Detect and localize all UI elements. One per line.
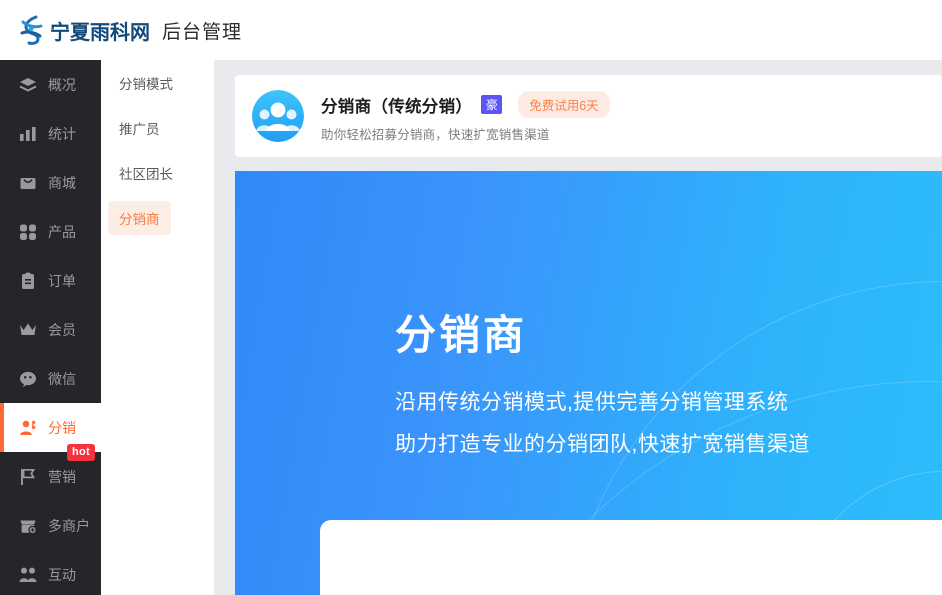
- layers-icon: [18, 75, 38, 95]
- sidebar-item-label: 产品: [48, 223, 76, 240]
- primary-sidebar: 概况 统计 商城 产品 订单 会员 微信 分销 营销 hot 多商户 互动: [0, 60, 101, 595]
- feature-info-texts: 分销商（传统分销） 豪 免费试用6天 助你轻松招募分销商，快速扩宽销售渠道: [321, 89, 610, 143]
- people-icon: [18, 565, 38, 585]
- subnav-item-label: 推广员: [119, 121, 160, 137]
- sidebar-item-overview[interactable]: 概况: [0, 60, 101, 109]
- hero-subline-2: 助力打造专业的分销团队,快速扩宽销售渠道: [395, 433, 810, 456]
- main-content: 分销商（传统分销） 豪 免费试用6天 助你轻松招募分销商，快速扩宽销售渠道 分销…: [215, 60, 942, 595]
- distributor-group-avatar-icon: [252, 90, 304, 142]
- subnav-item-label: 分销模式: [119, 76, 173, 92]
- sidebar-item-mall[interactable]: 商城: [0, 158, 101, 207]
- subnav-item-distribution-mode[interactable]: 分销模式: [101, 60, 214, 105]
- sidebar-item-statistics[interactable]: 统计: [0, 109, 101, 158]
- free-trial-badge: 免费试用6天: [518, 91, 610, 118]
- subnav-item-community-leader[interactable]: 社区团长: [101, 150, 214, 195]
- brand-logo[interactable]: 宁夏雨科网: [14, 13, 150, 47]
- grid-clover-icon: [18, 222, 38, 242]
- shop-bag-icon: [18, 173, 38, 193]
- company-logo-mark-icon: [14, 13, 48, 47]
- hot-badge: hot: [66, 444, 95, 461]
- crown-icon: [18, 320, 38, 340]
- sidebar-item-orders[interactable]: 订单: [0, 256, 101, 305]
- sidebar-item-products[interactable]: 产品: [0, 207, 101, 256]
- sidebar-item-label: 概况: [48, 76, 76, 93]
- sidebar-item-label: 会员: [48, 321, 76, 338]
- premium-tag-badge: 豪: [481, 95, 503, 114]
- subnav-item-distributor[interactable]: 分销商: [101, 195, 214, 240]
- subnav-item-label: 分销商: [108, 200, 171, 235]
- hero-banner: 分销商 沿用传统分销模式,提供完善分销管理系统 助力打造专业的分销团队,快速扩宽…: [235, 171, 942, 595]
- sidebar-item-label: 微信: [48, 370, 76, 387]
- sidebar-item-label: 商城: [48, 174, 76, 191]
- sidebar-item-multi-merchant[interactable]: 多商户: [0, 501, 101, 550]
- sidebar-item-label: 互动: [48, 566, 76, 583]
- sidebar-item-interaction[interactable]: 互动: [0, 550, 101, 595]
- sidebar-item-wechat[interactable]: 微信: [0, 354, 101, 403]
- hero-heading: 分销商: [395, 312, 527, 358]
- top-header-bar: 宁夏雨科网 后台管理: [0, 0, 942, 60]
- hero-text-block: 分销商 沿用传统分销模式,提供完善分销管理系统 助力打造专业的分销团队,快速扩宽…: [395, 301, 810, 458]
- user-share-icon: [18, 418, 38, 438]
- flag-icon: [18, 467, 38, 487]
- feature-info-card: 分销商（传统分销） 豪 免费试用6天 助你轻松招募分销商，快速扩宽销售渠道: [235, 75, 942, 157]
- brand-name: 宁夏雨科网: [50, 19, 150, 44]
- feature-description: 助你轻松招募分销商，快速扩宽销售渠道: [321, 128, 550, 142]
- sidebar-item-label: 统计: [48, 125, 76, 142]
- feature-title-row: 分销商（传统分销） 豪 免费试用6天: [321, 91, 610, 118]
- sidebar-item-label: 订单: [48, 272, 76, 289]
- feature-panel-card: [320, 520, 942, 595]
- sidebar-item-label: 多商户: [48, 517, 90, 534]
- sidebar-item-label: 分销: [48, 419, 76, 436]
- sidebar-item-members[interactable]: 会员: [0, 305, 101, 354]
- wechat-icon: [18, 369, 38, 389]
- store-plus-icon: [18, 516, 38, 536]
- hero-subline-1: 沿用传统分销模式,提供完善分销管理系统: [395, 391, 789, 414]
- subnav-item-label: 社区团长: [119, 166, 173, 182]
- sidebar-item-marketing[interactable]: 营销 hot: [0, 444, 101, 501]
- clipboard-icon: [18, 271, 38, 291]
- bar-chart-icon: [18, 124, 38, 144]
- subnav-item-promoter[interactable]: 推广员: [101, 105, 214, 150]
- page-title: 后台管理: [162, 21, 243, 43]
- secondary-nav: 分销模式 推广员 社区团长 分销商: [101, 60, 215, 595]
- sidebar-item-label: 营销: [48, 468, 76, 485]
- feature-title: 分销商（传统分销）: [321, 97, 473, 116]
